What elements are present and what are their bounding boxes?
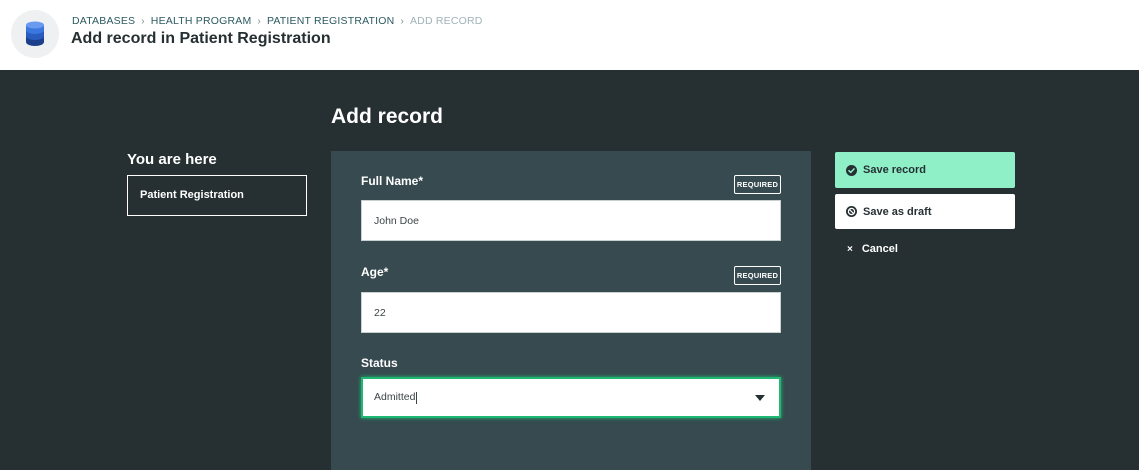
full-name-label: Full Name* [361,174,424,188]
breadcrumb-separator: › [141,15,145,27]
database-icon [26,21,44,46]
breadcrumb: DATABASES › HEALTH PROGRAM › PATIENT REG… [72,15,483,27]
check-circle-icon [846,164,857,176]
status-select-value: Admitted [374,391,418,404]
database-logo [11,10,59,58]
breadcrumb-separator: › [400,15,404,27]
status-select[interactable]: Admitted [361,377,781,418]
breadcrumb-add-record: ADD RECORD [409,15,483,27]
form-heading: Add record [331,105,444,128]
status-value-text: Admitted [374,391,416,404]
status-label: Status [361,356,398,370]
age-label: Age* [361,265,389,279]
close-icon: × [847,243,853,255]
breadcrumb-patient-registration[interactable]: PATIENT REGISTRATION [267,15,394,27]
cancel-button[interactable]: × Cancel [847,243,898,255]
record-form: Full Name* REQUIRED Age* REQUIRED Status… [331,151,811,470]
required-badge: REQUIRED [734,266,781,285]
ban-icon [846,206,857,217]
cancel-label: Cancel [861,243,898,255]
save-as-draft-label: Save as draft [863,205,932,218]
save-as-draft-button[interactable]: Save as draft [835,194,1015,229]
breadcrumb-separator: › [257,15,261,27]
save-record-label: Save record [863,164,926,176]
full-name-input[interactable] [361,200,781,241]
save-record-button[interactable]: Save record [835,152,1015,188]
breadcrumb-databases[interactable]: DATABASES [72,15,135,27]
app-header: DATABASES › HEALTH PROGRAM › PATIENT REG… [0,0,1139,70]
text-cursor [416,391,418,404]
page-title: Add record in Patient Registration [71,30,331,47]
current-location-link[interactable]: Patient Registration [127,175,307,216]
age-input[interactable] [361,292,781,333]
required-badge: REQUIRED [734,175,781,194]
chevron-down-icon[interactable] [755,394,765,401]
breadcrumb-health-program[interactable]: HEALTH PROGRAM [151,15,252,27]
you-are-here-heading: You are here [127,151,217,168]
main-content: Add record You are here Patient Registra… [0,70,1139,470]
